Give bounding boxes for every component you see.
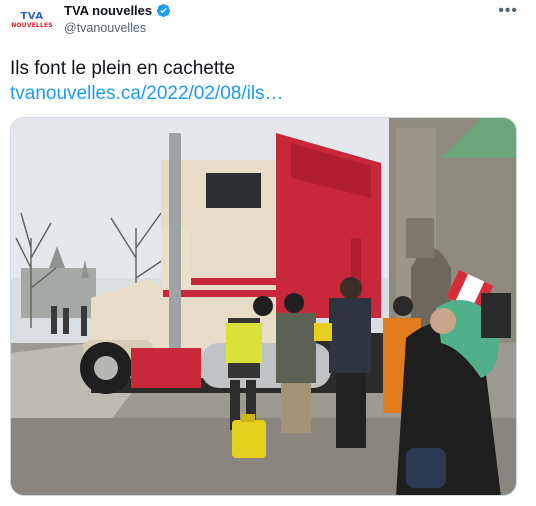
tweet-card[interactable]: TVA NOUVELLES TVA nouvelles @tvanouvelle… — [0, 0, 536, 506]
avatar[interactable]: TVA NOUVELLES — [11, 4, 53, 36]
avatar-logo-subtext: NOUVELLES — [11, 22, 53, 29]
tweet-text: Ils font le plein en cachette — [10, 58, 235, 79]
avatar-logo-text: TVA — [20, 11, 44, 22]
verified-badge-icon — [157, 3, 171, 18]
author-handle[interactable]: @tvanouvelles — [64, 21, 146, 35]
author-name-row[interactable]: TVA nouvelles — [64, 3, 171, 18]
photo-illustration — [11, 118, 516, 495]
tweet-link[interactable]: tvanouvelles.ca/2022/02/08/ils… — [10, 83, 284, 105]
more-options-icon[interactable]: ••• — [498, 2, 518, 20]
display-name[interactable]: TVA nouvelles — [64, 3, 152, 18]
tweet-photo[interactable] — [10, 117, 517, 496]
